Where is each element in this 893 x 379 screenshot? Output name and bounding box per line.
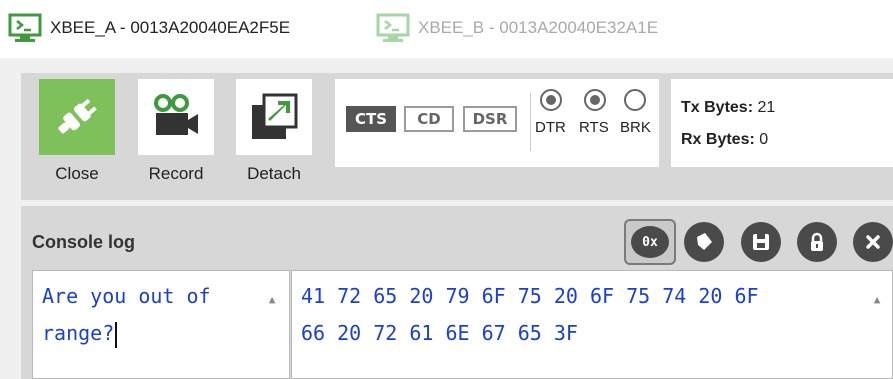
detach-window-icon (236, 79, 312, 155)
close-button[interactable]: Close (39, 79, 115, 184)
dsr-indicator: DSR (463, 106, 517, 132)
scroll-up-arrow[interactable]: ▲ (870, 281, 884, 306)
terminal-icon (8, 13, 42, 43)
hex-output-pane[interactable]: 41 72 65 20 79 6F 75 20 6F 75 74 20 6F 6… (291, 270, 893, 379)
cts-indicator: CTS (346, 106, 396, 132)
console-panel: Console log 0x Are you out of range? ▲ 4 (21, 206, 893, 379)
byte-counters: Tx Bytes: 21 Rx Bytes: 0 (671, 79, 893, 167)
clear-button[interactable] (684, 222, 724, 262)
serial-lines-panel: CTS CD DSR DTR RTS BRK (335, 79, 659, 167)
rts-toggle[interactable] (584, 89, 606, 111)
divider (530, 93, 531, 151)
ascii-text: Are you out of range? (42, 278, 211, 352)
lock-icon (811, 232, 823, 251)
hex-toggle-button[interactable]: 0x (624, 219, 676, 265)
tab-xbee-b[interactable]: XBEE_B - 0013A20040E32A1E (376, 10, 658, 46)
brk-label: BRK (620, 119, 651, 136)
tx-bytes-row: Tx Bytes: 21 (681, 99, 775, 117)
connection-toolbar: Close Record Detach CTS CD DSR DTR RTS B… (21, 73, 893, 200)
hex-icon: 0x (631, 226, 669, 258)
tab-xbee-b-label: XBEE_B - 0013A20040E32A1E (418, 18, 659, 37)
hex-text: 41 72 65 20 79 6F 75 20 6F 75 74 20 6F 6… (301, 284, 759, 345)
rx-bytes-value: 0 (759, 131, 769, 148)
dtr-toggle[interactable] (540, 89, 562, 111)
terminal-icon (376, 13, 410, 43)
ascii-input-pane[interactable]: Are you out of range? ▲ (32, 270, 290, 379)
record-button-label: Record (148, 164, 204, 183)
rts-label: RTS (579, 119, 609, 136)
rx-bytes-label: Rx Bytes: (681, 131, 755, 148)
cd-indicator: CD (404, 106, 454, 132)
tx-bytes-label: Tx Bytes: (681, 99, 754, 116)
tab-xbee-a[interactable]: XBEE_A - 0013A20040EA2F5E (8, 10, 290, 46)
dtr-label: DTR (535, 119, 566, 136)
lock-button[interactable] (797, 222, 837, 262)
brk-toggle[interactable] (624, 89, 646, 111)
close-console-button[interactable] (853, 222, 893, 262)
text-caret (115, 321, 118, 348)
scroll-up-arrow[interactable]: ▲ (265, 281, 279, 306)
disconnect-plug-icon (39, 79, 115, 155)
console-title: Console log (32, 232, 135, 252)
rx-bytes-row: Rx Bytes: 0 (681, 131, 768, 149)
close-icon (866, 235, 880, 249)
save-button[interactable] (741, 222, 781, 262)
video-camera-icon (138, 79, 214, 155)
detach-button[interactable]: Detach (236, 79, 312, 184)
tab-bar: XBEE_A - 0013A20040EA2F5E XBEE_B - 0013A… (0, 0, 893, 58)
tx-bytes-value: 21 (757, 99, 776, 116)
tab-xbee-a-label: XBEE_A - 0013A20040EA2F5E (50, 18, 291, 37)
save-icon (753, 234, 769, 250)
detach-button-label: Detach (247, 164, 301, 183)
record-button[interactable]: Record (138, 79, 214, 184)
eraser-icon (696, 233, 712, 251)
close-button-label: Close (55, 164, 99, 183)
